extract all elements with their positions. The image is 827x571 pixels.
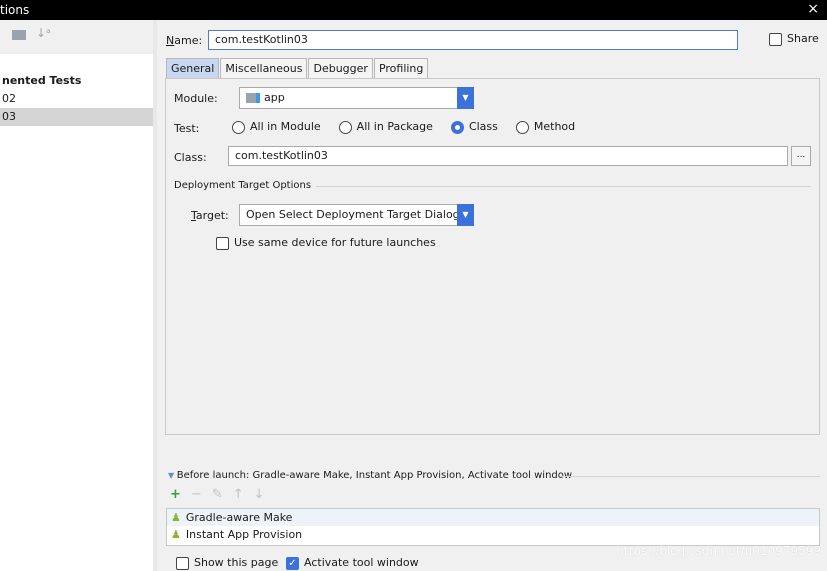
before-launch-list: ♟ Gradle-aware Make ♟ Instant App Provisio… (166, 508, 820, 546)
android-icon: ♟ (171, 511, 181, 524)
before-launch-header[interactable]: ▼ Before launch: Gradle-aware Make, Inst… (168, 470, 572, 481)
folder-icon[interactable] (12, 30, 26, 40)
tree-item-selected[interactable]: 03 (0, 108, 153, 126)
share-checkbox[interactable]: Share (769, 32, 819, 46)
module-label: Module: (174, 92, 218, 105)
list-item[interactable]: ♟ Gradle-aware Make (167, 509, 819, 526)
general-panel: Module: app ▼ Test: All in Module All in… (165, 78, 820, 435)
module-folder-icon (246, 93, 260, 103)
test-label: Test: (174, 122, 200, 135)
radio-class[interactable]: Class (450, 120, 498, 134)
tab-bar: General Miscellaneous Debugger Profiling (166, 58, 429, 78)
activate-tool-window-checkbox[interactable]: ✓ Activate tool window (286, 556, 419, 570)
watermark: https://blog.csdn.net/u010979599 (616, 544, 821, 558)
class-input[interactable]: com.testKotlin03 (228, 146, 788, 166)
same-device-checkbox[interactable]: Use same device for future launches (216, 236, 436, 250)
tab-debugger[interactable]: Debugger (308, 58, 373, 78)
splitter[interactable] (153, 20, 157, 571)
class-label: Class: (174, 151, 207, 164)
config-tree: nented Tests 02 03 (0, 54, 153, 571)
android-icon: ♟ (171, 528, 181, 541)
remove-icon[interactable]: − (191, 487, 202, 502)
tree-item-tests-group[interactable]: nented Tests (0, 72, 153, 90)
radio-all-in-package[interactable]: All in Package (338, 120, 433, 134)
close-icon[interactable]: × (807, 1, 819, 17)
tab-profiling[interactable]: Profiling (373, 58, 429, 78)
target-dropdown[interactable]: Open Select Deployment Target Dialog ▼ (239, 204, 474, 226)
radio-all-in-module[interactable]: All in Module (232, 120, 321, 134)
sort-alpha-icon[interactable]: ↓ᵃ (36, 26, 51, 40)
radio-method[interactable]: Method (515, 120, 575, 134)
add-icon[interactable]: + (170, 487, 181, 502)
deploy-section-title: Deployment Target Options (174, 180, 312, 191)
tree-item[interactable]: 02 (0, 90, 153, 108)
edit-icon[interactable]: ✎ (212, 487, 223, 502)
window-title: tions (0, 3, 30, 17)
chevron-down-icon[interactable]: ▼ (457, 204, 474, 226)
name-label: Name: (166, 34, 203, 47)
divider (316, 186, 811, 187)
show-page-checkbox[interactable]: Show this page (176, 556, 278, 570)
name-input[interactable]: com.testKotlin03 (208, 30, 738, 50)
move-up-icon[interactable]: ↑ (233, 487, 244, 502)
browse-class-button[interactable]: ... (791, 146, 811, 166)
divider (560, 476, 820, 477)
chevron-down-icon[interactable]: ▼ (457, 87, 474, 109)
module-value: app (264, 91, 285, 104)
list-item[interactable]: ♟ Instant App Provision (167, 526, 819, 543)
share-label: Share (787, 32, 819, 45)
title-bar: tions (0, 0, 827, 20)
test-kind-radios: All in Module All in Package Class Metho… (232, 120, 575, 134)
move-down-icon[interactable]: ↓ (254, 487, 265, 502)
tab-miscellaneous[interactable]: Miscellaneous (220, 58, 308, 78)
before-launch-toolbar: + − ✎ ↑ ↓ (170, 487, 265, 502)
module-dropdown[interactable]: app ▼ (239, 87, 474, 109)
collapse-triangle-icon[interactable]: ▼ (168, 471, 177, 480)
target-value: Open Select Deployment Target Dialog (246, 208, 460, 221)
left-toolbar: ↓ᵃ (0, 20, 153, 54)
target-label: Target: (191, 209, 229, 222)
tab-general[interactable]: General (166, 58, 220, 78)
